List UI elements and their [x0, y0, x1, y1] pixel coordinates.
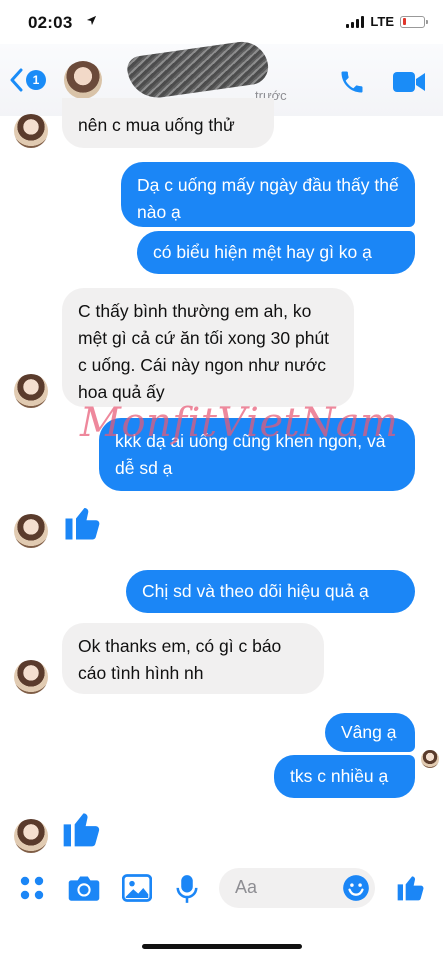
status-bar: 02:03 LTE — [0, 0, 443, 44]
message-bubble-outgoing[interactable]: tks c nhiều ạ — [274, 755, 415, 798]
message-bubble-incoming[interactable]: C thấy bình thường em ah, ko mệt gì cả c… — [62, 288, 354, 407]
status-indicators: LTE — [346, 14, 428, 29]
home-indicator[interactable] — [142, 944, 302, 949]
thumbs-up-icon[interactable] — [62, 501, 104, 543]
thumbs-up-icon[interactable] — [395, 871, 427, 903]
phone-icon[interactable] — [338, 68, 366, 96]
back-button[interactable]: 1 — [10, 68, 46, 92]
unread-count-badge: 1 — [26, 70, 46, 90]
contact-avatar-small — [14, 514, 48, 548]
message-input-field[interactable] — [219, 868, 375, 908]
message-bubble-outgoing[interactable]: Dạ c uống mấy ngày đầu thấy thế nào ạ — [121, 162, 415, 227]
thumbs-up-icon[interactable] — [60, 806, 104, 850]
photo-gallery-icon[interactable] — [122, 874, 152, 902]
message-bubble-outgoing[interactable]: Vâng ạ — [325, 713, 415, 752]
network-label: LTE — [370, 14, 394, 29]
apps-grid-icon[interactable] — [18, 874, 46, 902]
redacted-contact-name — [125, 38, 271, 102]
watermark: MonfitVietNam — [80, 400, 399, 446]
location-arrow-icon — [86, 15, 97, 26]
message-input[interactable] — [235, 877, 335, 898]
camera-icon[interactable] — [67, 874, 101, 902]
video-camera-icon[interactable] — [392, 71, 426, 93]
message-bubble-incoming[interactable]: Ok thanks em, có gì c báo cáo tình hình … — [62, 623, 324, 694]
contact-avatar[interactable] — [64, 61, 102, 99]
chevron-left-icon — [10, 68, 23, 92]
contact-avatar-small — [14, 374, 48, 408]
message-bubble-outgoing[interactable]: Chị sd và theo dõi hiệu quả ạ — [126, 570, 415, 613]
message-list[interactable]: nên c mua uống thử Dạ c uống mấy ngày đầ… — [0, 98, 443, 856]
battery-icon — [400, 15, 428, 28]
composer-bar — [0, 862, 443, 918]
emoji-icon[interactable] — [342, 874, 370, 902]
contact-avatar-small — [14, 114, 48, 148]
cell-signal-icon — [346, 15, 365, 28]
contact-avatar-small — [14, 819, 48, 853]
message-bubble-incoming[interactable]: nên c mua uống thử — [62, 98, 274, 148]
contact-avatar-small — [14, 660, 48, 694]
message-bubble-outgoing[interactable]: có biểu hiện mệt hay gì ko ạ — [137, 231, 415, 274]
microphone-icon[interactable] — [175, 874, 199, 904]
status-time: 02:03 — [28, 13, 73, 32]
battery-level — [402, 18, 406, 25]
seen-receipt-avatar — [421, 750, 439, 768]
